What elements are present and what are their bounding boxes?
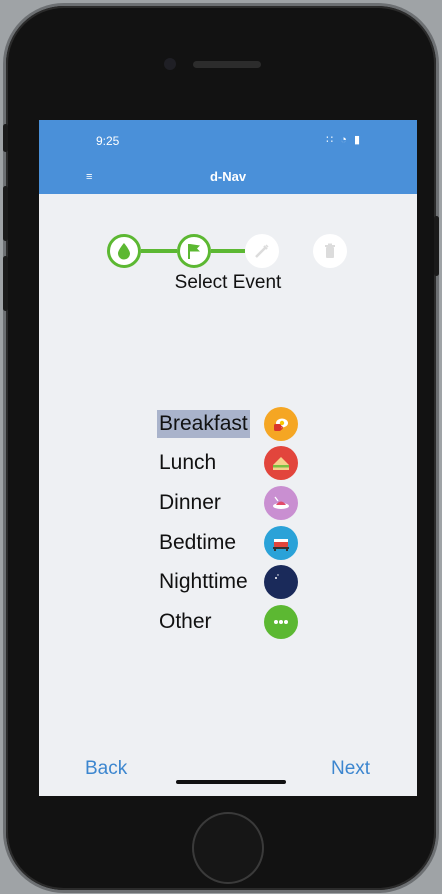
step-2 <box>177 234 211 268</box>
step-label: Select Event <box>174 272 282 293</box>
step-1 <box>107 234 141 268</box>
app-header: 9:25 ∷ ◔ ▮ ≡ d-Nav <box>39 120 417 194</box>
drop-icon <box>118 243 130 260</box>
status-time: 9:25 <box>96 134 120 148</box>
syringe-icon <box>255 244 269 258</box>
event-lunch[interactable]: Lunch <box>157 444 307 484</box>
next-button[interactable]: Next <box>331 758 370 780</box>
event-bedtime[interactable]: Bedtime <box>157 523 307 563</box>
event-label: Other <box>159 609 212 633</box>
more-dots-icon <box>264 604 298 639</box>
status-icons: ∷ ◔ ▮ <box>326 134 362 146</box>
progress-stepper <box>107 234 347 274</box>
step-4 <box>313 234 347 268</box>
sandwich-icon <box>264 446 298 481</box>
mute-switch <box>3 124 8 152</box>
earpiece-speaker <box>193 61 261 68</box>
event-list: Breakfast Lunch Dinner Bedtime Nighttime… <box>157 404 307 642</box>
trash-icon <box>325 243 335 258</box>
volume-up-button <box>3 186 8 241</box>
home-button[interactable] <box>192 812 264 884</box>
phone-frame: 9:25 ∷ ◔ ▮ ≡ d-Nav Select Event Breakfas… <box>3 6 439 890</box>
flag-icon <box>188 244 200 259</box>
event-label: Breakfast <box>157 409 250 438</box>
event-label: Dinner <box>159 490 221 514</box>
step-connector <box>141 249 177 253</box>
step-connector <box>211 249 245 253</box>
event-breakfast[interactable]: Breakfast <box>157 404 307 444</box>
coffee-egg-icon <box>264 406 298 441</box>
moon-stars-icon <box>264 565 298 600</box>
step-3 <box>245 234 279 268</box>
event-label: Bedtime <box>159 530 237 554</box>
front-camera <box>164 58 176 70</box>
event-dinner[interactable]: Dinner <box>157 483 307 523</box>
event-label: Nighttime <box>159 570 248 594</box>
event-label: Lunch <box>159 451 217 475</box>
power-button <box>434 216 439 276</box>
volume-down-button <box>3 256 8 311</box>
bed-icon <box>264 525 298 560</box>
home-indicator <box>176 780 286 784</box>
nav-title: d-Nav <box>209 169 247 184</box>
app-screen: 9:25 ∷ ◔ ▮ ≡ d-Nav Select Event Breakfas… <box>39 120 417 796</box>
dinner-plate-icon <box>264 485 298 520</box>
back-button[interactable]: Back <box>85 758 127 780</box>
event-nighttime[interactable]: Nighttime <box>157 562 307 602</box>
event-other[interactable]: Other <box>157 602 307 642</box>
